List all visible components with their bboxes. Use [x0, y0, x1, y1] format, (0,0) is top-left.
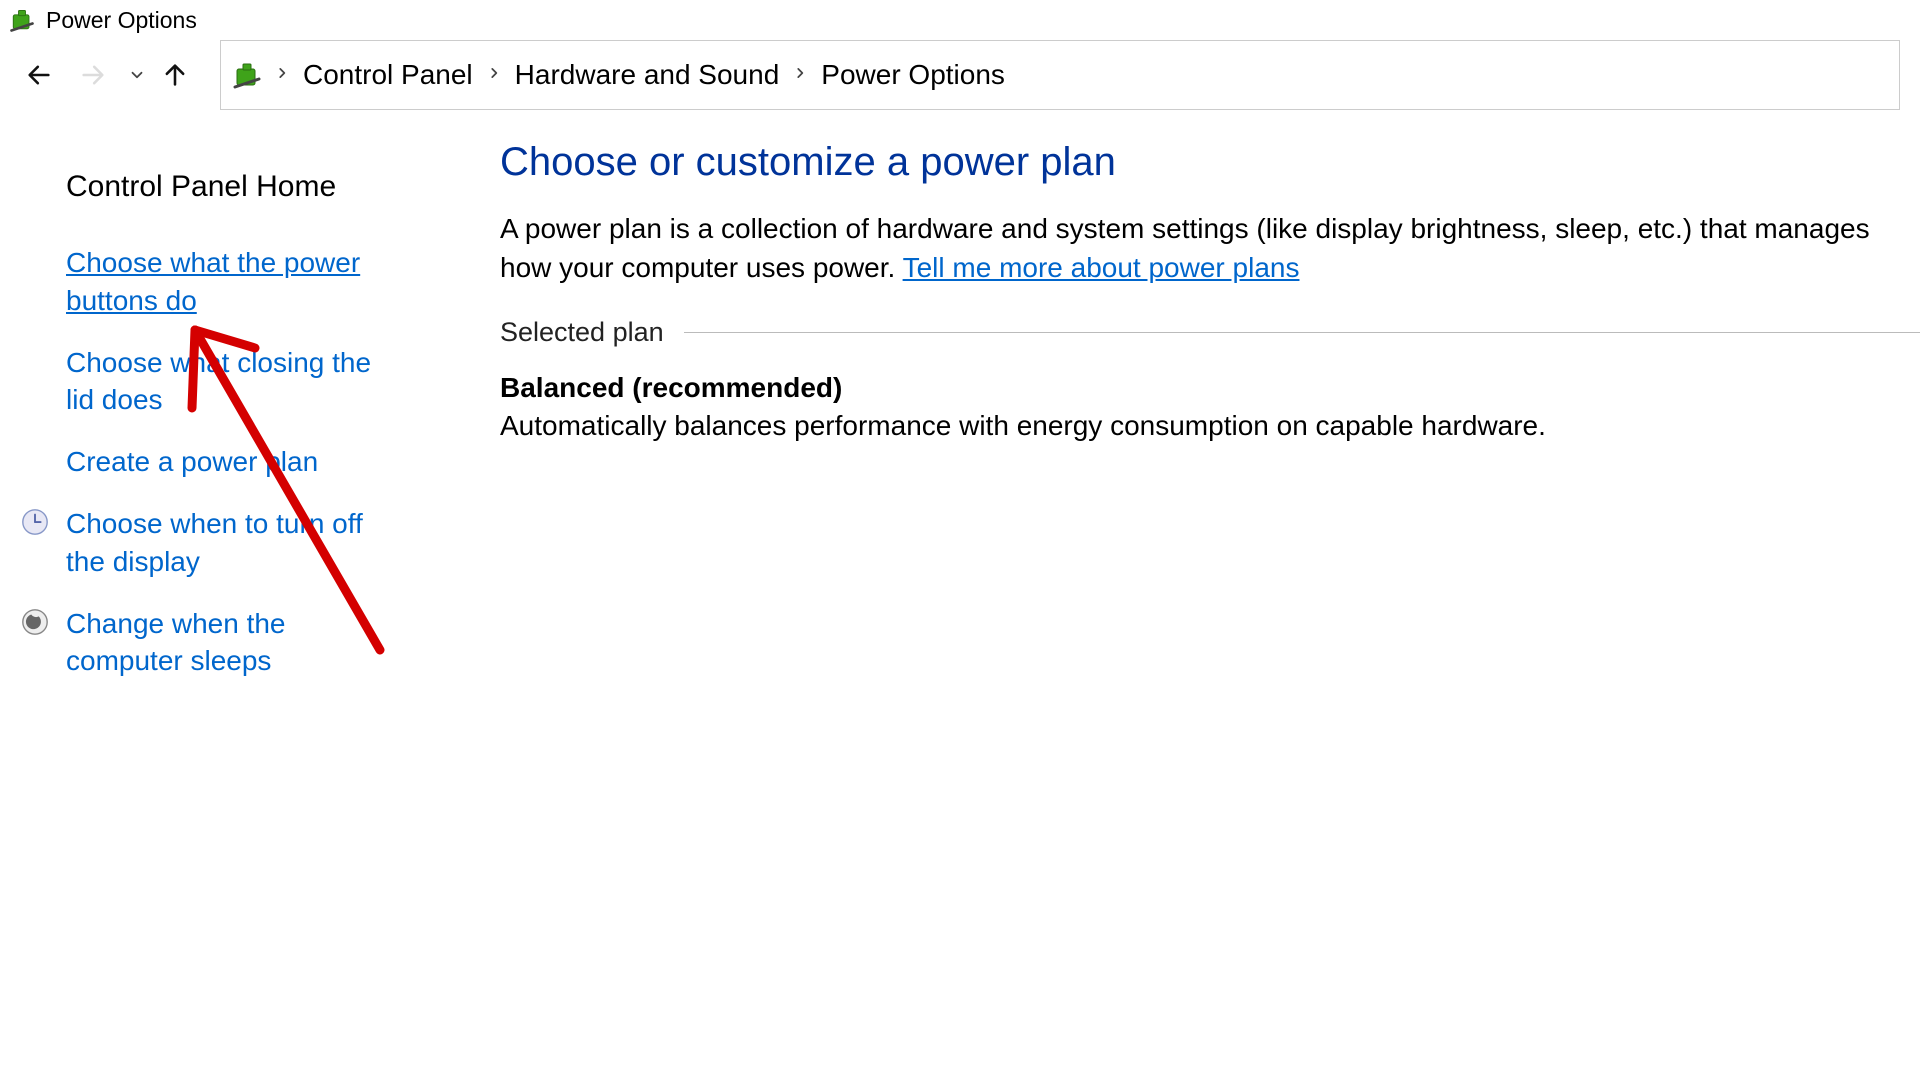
titlebar: Power Options: [0, 0, 1920, 40]
plan-name: Balanced (recommended): [500, 372, 1920, 404]
breadcrumb-sep-icon[interactable]: [269, 59, 295, 91]
sidebar-link-create-plan[interactable]: Create a power plan: [66, 443, 406, 481]
page-heading: Choose or customize a power plan: [500, 140, 1920, 185]
breadcrumb-sep-icon[interactable]: [787, 59, 813, 91]
shield-icon: [20, 607, 50, 637]
sidebar-link-power-buttons[interactable]: Choose what the power buttons do: [66, 244, 406, 320]
plan-description: Automatically balances performance with …: [500, 410, 1920, 442]
shield-icon: [20, 507, 50, 537]
sidebar-item-label: Choose what the power buttons do: [66, 247, 360, 316]
sidebar-link-turn-off-display[interactable]: Choose when to turn off the display: [66, 505, 406, 581]
content-area: Control Panel Home Choose what the power…: [0, 110, 1920, 704]
sidebar-link-computer-sleeps[interactable]: Change when the computer sleeps: [66, 605, 406, 681]
nav-toolbar: Control Panel Hardware and Sound Power O…: [0, 40, 1920, 110]
sidebar-item-label: Create a power plan: [66, 446, 318, 477]
selected-plan-label: Selected plan: [500, 317, 664, 348]
tell-me-more-link[interactable]: Tell me more about power plans: [903, 252, 1300, 283]
sidebar-item-label: Choose what closing the lid does: [66, 347, 371, 416]
back-button[interactable]: [20, 56, 58, 94]
main-panel: Choose or customize a power plan A power…: [460, 140, 1920, 704]
selected-plan-divider: Selected plan: [500, 317, 1920, 348]
power-options-icon: [8, 6, 36, 34]
address-bar[interactable]: Control Panel Hardware and Sound Power O…: [220, 40, 1900, 110]
address-icon: [231, 59, 263, 91]
page-description: A power plan is a collection of hardware…: [500, 209, 1920, 287]
breadcrumb-hardware-sound[interactable]: Hardware and Sound: [507, 59, 788, 91]
forward-button[interactable]: [74, 56, 112, 94]
divider-line: [684, 332, 1920, 333]
sidebar-link-closing-lid[interactable]: Choose what closing the lid does: [66, 344, 406, 420]
breadcrumb-power-options[interactable]: Power Options: [813, 59, 1013, 91]
recent-locations-dropdown[interactable]: [128, 56, 146, 94]
sidebar-item-label: Change when the computer sleeps: [66, 608, 286, 677]
window-title: Power Options: [46, 7, 197, 34]
breadcrumb-sep-icon[interactable]: [481, 59, 507, 91]
sidebar-item-label: Choose when to turn off the display: [66, 508, 363, 577]
up-button[interactable]: [156, 56, 194, 94]
left-sidebar: Control Panel Home Choose what the power…: [0, 140, 460, 704]
breadcrumb-control-panel[interactable]: Control Panel: [295, 59, 481, 91]
control-panel-home-link[interactable]: Control Panel Home: [66, 170, 440, 204]
